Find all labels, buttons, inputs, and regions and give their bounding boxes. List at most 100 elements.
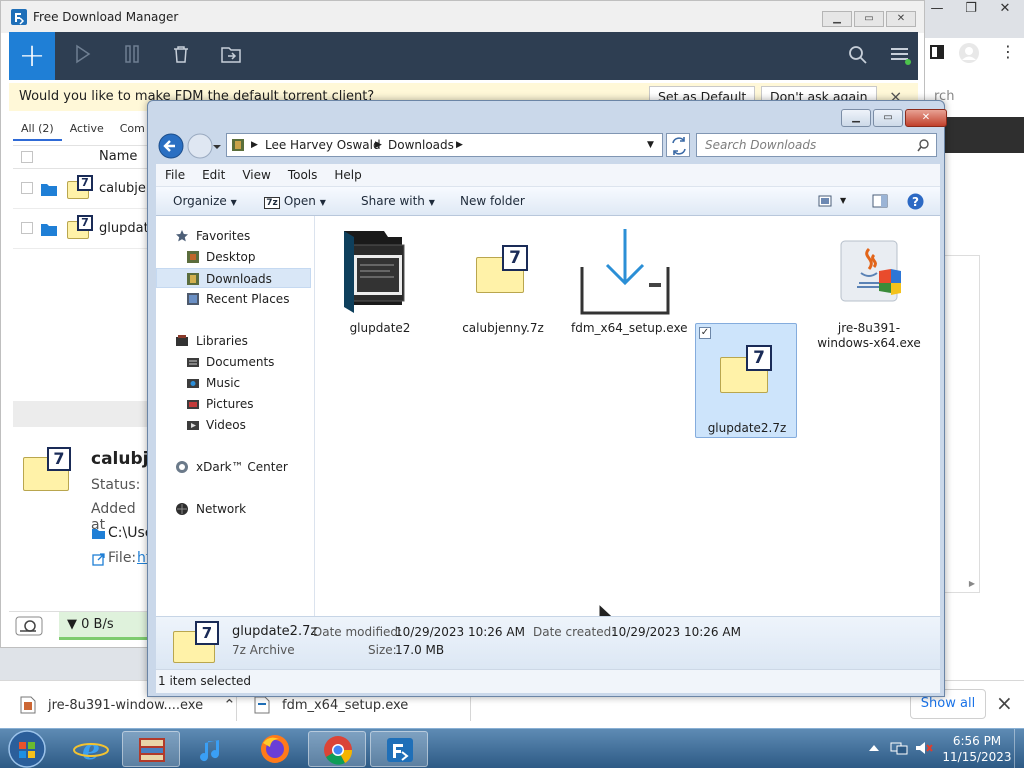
name-column-header[interactable]: Name [99, 146, 137, 168]
close-downloads-bar-icon[interactable]: × [996, 691, 1013, 715]
file-item[interactable]: jre-8u391-windows-x64.exe [817, 225, 921, 350]
profile-avatar-icon[interactable] [958, 42, 980, 64]
back-arrow-icon[interactable] [158, 133, 184, 159]
chevron-up-icon[interactable]: ⌃ [223, 696, 236, 714]
menu-file[interactable]: File [156, 164, 193, 186]
row-checkbox[interactable] [21, 182, 33, 194]
nav-label: Favorites [196, 229, 251, 243]
breadcrumb-separator-icon[interactable]: ▶ [251, 134, 258, 156]
view-options-icon[interactable] [818, 195, 832, 207]
search-downloads-input[interactable]: Search Downloads [696, 133, 937, 157]
close-button[interactable]: ✕ [886, 11, 916, 27]
more-menu-icon[interactable]: ⋮ [1000, 42, 1016, 62]
nav-downloads[interactable]: Downloads [156, 268, 311, 288]
documents-icon [187, 358, 199, 367]
breadcrumb-user[interactable]: Lee Harvey Oswald [265, 134, 381, 156]
file-item[interactable]: fdm_x64_setup.exe [571, 225, 688, 338]
maximize-button[interactable]: ▭ [873, 109, 903, 127]
close-button[interactable]: ✕ [905, 109, 947, 127]
recent-pages-dropdown-icon[interactable] [212, 143, 222, 151]
share-label: Share with [361, 194, 425, 208]
scroll-arrow-icon[interactable]: ▶ [969, 579, 975, 588]
file-item-selected[interactable]: ✓ 7 glupdate2.7z [695, 323, 797, 438]
nav-videos[interactable]: Videos [156, 415, 311, 435]
menu-tools[interactable]: Tools [279, 164, 326, 186]
move-folder-icon[interactable] [219, 42, 245, 68]
show-desktop-button[interactable] [1014, 729, 1024, 768]
network-tray-icon[interactable] [890, 740, 908, 756]
pause-icon[interactable] [121, 42, 147, 68]
nav-recent-places[interactable]: Recent Places [156, 289, 311, 309]
breadcrumb-separator-icon[interactable]: ▶ [456, 134, 463, 156]
date-created-label: Date created: [533, 625, 616, 639]
address-dropdown-icon[interactable]: ▼ [647, 134, 654, 156]
menu-help[interactable]: Help [325, 164, 369, 186]
explorer-statusbar: 1 item selected [156, 669, 940, 693]
address-bar[interactable]: ▶ Lee Harvey Oswald ▶ Downloads ▶ ▼ [226, 133, 663, 157]
nav-network[interactable]: Network [156, 499, 311, 519]
minimize-button[interactable]: — [920, 0, 954, 18]
nav-xdark-center[interactable]: xDark™ Center [156, 457, 311, 477]
hamburger-menu-icon[interactable] [887, 42, 913, 68]
java-icon [840, 240, 901, 302]
volume-muted-icon[interactable] [914, 740, 934, 756]
nav-desktop[interactable]: Desktop [156, 247, 311, 267]
chrome-icon[interactable] [308, 731, 366, 767]
dropdown-arrow-icon: ▼ [428, 198, 435, 207]
play-icon[interactable] [71, 42, 97, 68]
search-icon[interactable] [845, 42, 871, 68]
close-button[interactable]: ✕ [988, 0, 1022, 18]
maximize-button[interactable]: ▭ [854, 11, 884, 27]
file-item[interactable]: 7 calubjenny.7z [455, 225, 551, 338]
size-label: Size: [368, 643, 397, 657]
show-hidden-icons-icon[interactable] [868, 743, 880, 753]
sidebar-icon[interactable] [930, 45, 944, 59]
nav-libraries[interactable]: Libraries [156, 331, 311, 351]
browser-toolbar: ⋮ [920, 38, 1024, 68]
row-checkbox[interactable] [21, 222, 33, 234]
nav-pictures[interactable]: Pictures [156, 394, 311, 414]
snail-speed-icon[interactable] [15, 616, 43, 636]
tab-all[interactable]: All (2) [13, 119, 62, 141]
folder-icon[interactable] [41, 182, 57, 196]
fdm-taskbar-icon[interactable] [370, 731, 428, 767]
select-all-checkbox[interactable] [21, 151, 33, 163]
breadcrumb-downloads[interactable]: Downloads [388, 134, 454, 156]
itunes-music-icon[interactable] [184, 731, 242, 767]
share-with-button[interactable]: Share with ▼ [361, 187, 435, 217]
trash-icon[interactable] [169, 42, 195, 68]
nav-music[interactable]: Music [156, 373, 311, 393]
internet-explorer-icon[interactable]: e [62, 731, 120, 767]
restore-button[interactable]: ❐ [954, 0, 988, 18]
minimize-button[interactable]: ▁ [822, 11, 852, 27]
preview-pane-icon[interactable] [872, 194, 888, 208]
system-clock[interactable]: 6:56 PM 11/15/2023 [942, 733, 1012, 765]
nav-favorites[interactable]: Favorites [156, 226, 311, 246]
minimize-button[interactable]: ▁ [841, 109, 871, 127]
libraries-icon [176, 335, 188, 346]
firefox-icon[interactable] [246, 731, 304, 767]
help-icon[interactable]: ? [907, 193, 924, 210]
new-folder-button[interactable]: New folder [460, 187, 525, 215]
archive-manager-icon[interactable] [122, 731, 180, 767]
breadcrumb-separator-icon[interactable]: ▶ [375, 134, 382, 156]
organize-button[interactable]: Organize ▼ [173, 187, 237, 217]
open-button[interactable]: 7z Open ▼ [264, 187, 326, 217]
search-icon[interactable] [917, 139, 930, 152]
list-item[interactable]: 7 glupdate [13, 209, 157, 249]
dropdown-arrow-icon: ▼ [230, 198, 237, 207]
add-download-button[interactable]: + [9, 32, 55, 80]
list-item[interactable]: 7 calubjer [13, 169, 153, 209]
menu-view[interactable]: View [233, 164, 278, 186]
tab-active[interactable]: Active [62, 119, 112, 141]
file-item[interactable]: glupdate2 [332, 225, 428, 338]
detail-splitter[interactable] [13, 401, 153, 427]
view-dropdown-icon[interactable]: ▼ [840, 187, 846, 215]
forward-arrow-icon[interactable] [187, 133, 213, 159]
selection-checkbox[interactable]: ✓ [699, 327, 711, 339]
nav-documents[interactable]: Documents [156, 352, 311, 372]
start-button-icon[interactable] [6, 729, 48, 768]
refresh-icon[interactable] [666, 133, 690, 157]
folder-icon[interactable] [41, 222, 57, 236]
menu-edit[interactable]: Edit [193, 164, 233, 186]
